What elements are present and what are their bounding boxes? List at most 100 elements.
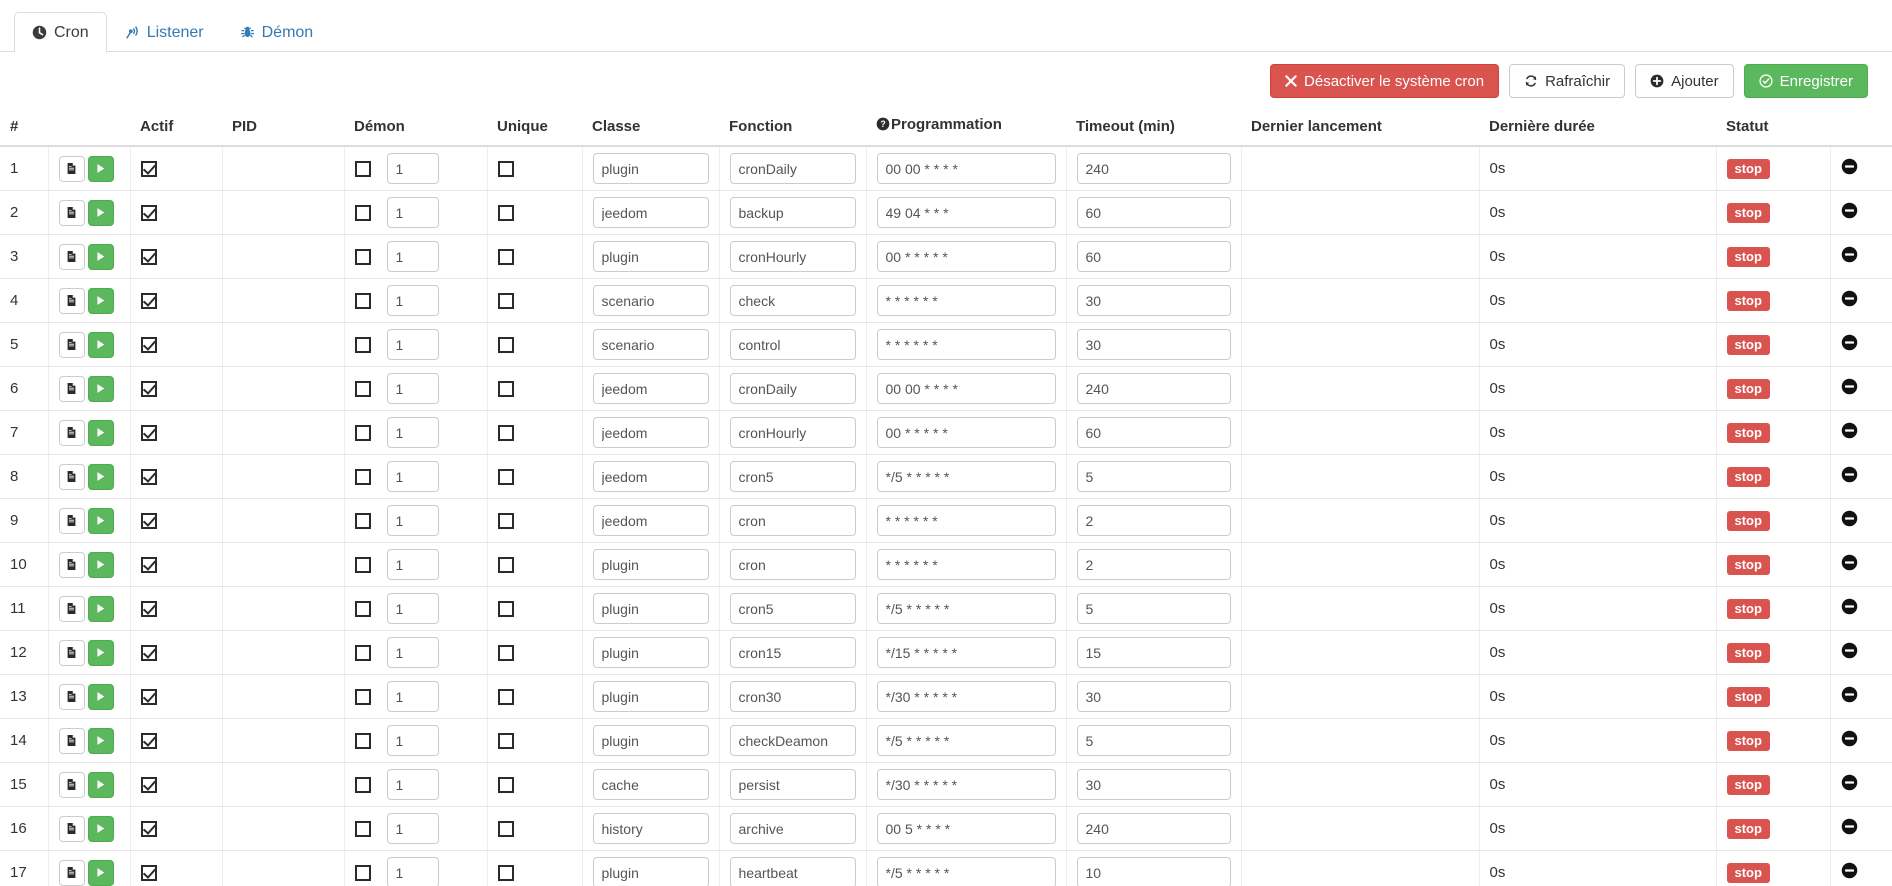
run-button[interactable] xyxy=(87,639,114,666)
unique-checkbox[interactable] xyxy=(497,425,514,442)
minus-circle-icon[interactable] xyxy=(1841,378,1858,395)
actif-checkbox[interactable] xyxy=(140,425,157,442)
programmation-input[interactable] xyxy=(876,681,1056,712)
demon-checkbox[interactable] xyxy=(354,248,371,265)
view-log-button[interactable] xyxy=(58,859,85,886)
view-log-button[interactable] xyxy=(58,815,85,842)
actif-checkbox[interactable] xyxy=(140,161,157,178)
run-button[interactable] xyxy=(87,683,114,710)
demon-sleep-input[interactable] xyxy=(386,505,439,536)
programmation-input[interactable] xyxy=(876,285,1056,316)
minus-circle-icon[interactable] xyxy=(1841,598,1858,615)
classe-input[interactable] xyxy=(592,857,709,886)
run-button[interactable] xyxy=(87,551,114,578)
minus-circle-icon[interactable] xyxy=(1841,334,1858,351)
minus-circle-icon[interactable] xyxy=(1841,554,1858,571)
demon-checkbox[interactable] xyxy=(354,380,371,397)
actif-checkbox[interactable] xyxy=(140,733,157,750)
demon-sleep-input[interactable] xyxy=(386,461,439,492)
view-log-button[interactable] xyxy=(58,639,85,666)
programmation-input[interactable] xyxy=(876,153,1056,184)
view-log-button[interactable] xyxy=(58,507,85,534)
timeout-input[interactable] xyxy=(1076,241,1231,272)
run-button[interactable] xyxy=(87,155,114,182)
timeout-input[interactable] xyxy=(1076,813,1231,844)
demon-sleep-input[interactable] xyxy=(386,681,439,712)
timeout-input[interactable] xyxy=(1076,197,1231,228)
demon-sleep-input[interactable] xyxy=(386,549,439,580)
programmation-input[interactable] xyxy=(876,241,1056,272)
fonction-input[interactable] xyxy=(729,637,856,668)
classe-input[interactable] xyxy=(592,153,709,184)
run-button[interactable] xyxy=(87,595,114,622)
actif-checkbox[interactable] xyxy=(140,381,157,398)
view-log-button[interactable] xyxy=(58,243,85,270)
demon-checkbox[interactable] xyxy=(354,820,371,837)
demon-sleep-input[interactable] xyxy=(386,285,439,316)
fonction-input[interactable] xyxy=(729,461,856,492)
demon-checkbox[interactable] xyxy=(354,512,371,529)
demon-sleep-input[interactable] xyxy=(386,153,439,184)
view-log-button[interactable] xyxy=(58,155,85,182)
classe-input[interactable] xyxy=(592,461,709,492)
programmation-input[interactable] xyxy=(876,637,1056,668)
unique-checkbox[interactable] xyxy=(497,645,514,662)
timeout-input[interactable] xyxy=(1076,285,1231,316)
minus-circle-icon[interactable] xyxy=(1841,202,1858,219)
view-log-button[interactable] xyxy=(58,551,85,578)
programmation-input[interactable] xyxy=(876,461,1056,492)
demon-sleep-input[interactable] xyxy=(386,329,439,360)
unique-checkbox[interactable] xyxy=(497,249,514,266)
tab-cron[interactable]: Cron xyxy=(14,12,107,52)
demon-sleep-input[interactable] xyxy=(386,857,439,886)
run-button[interactable] xyxy=(87,331,114,358)
programmation-input[interactable] xyxy=(876,549,1056,580)
demon-sleep-input[interactable] xyxy=(386,197,439,228)
disable-cron-button[interactable]: Désactiver le système cron xyxy=(1270,64,1500,98)
view-log-button[interactable] xyxy=(58,683,85,710)
run-button[interactable] xyxy=(87,375,114,402)
minus-circle-icon[interactable] xyxy=(1841,246,1858,263)
unique-checkbox[interactable] xyxy=(497,205,514,222)
view-log-button[interactable] xyxy=(58,463,85,490)
actif-checkbox[interactable] xyxy=(140,513,157,530)
unique-checkbox[interactable] xyxy=(497,777,514,794)
demon-sleep-input[interactable] xyxy=(386,769,439,800)
run-button[interactable] xyxy=(87,771,114,798)
demon-sleep-input[interactable] xyxy=(386,593,439,624)
view-log-button[interactable] xyxy=(58,595,85,622)
demon-checkbox[interactable] xyxy=(354,556,371,573)
run-button[interactable] xyxy=(87,859,114,886)
fonction-input[interactable] xyxy=(729,241,856,272)
demon-checkbox[interactable] xyxy=(354,160,371,177)
fonction-input[interactable] xyxy=(729,505,856,536)
timeout-input[interactable] xyxy=(1076,593,1231,624)
demon-checkbox[interactable] xyxy=(354,600,371,617)
view-log-button[interactable] xyxy=(58,287,85,314)
view-log-button[interactable] xyxy=(58,771,85,798)
programmation-input[interactable] xyxy=(876,505,1056,536)
unique-checkbox[interactable] xyxy=(497,865,514,882)
actif-checkbox[interactable] xyxy=(140,337,157,354)
timeout-input[interactable] xyxy=(1076,725,1231,756)
minus-circle-icon[interactable] xyxy=(1841,774,1858,791)
fonction-input[interactable] xyxy=(729,549,856,580)
view-log-button[interactable] xyxy=(58,199,85,226)
unique-checkbox[interactable] xyxy=(497,601,514,618)
actif-checkbox[interactable] xyxy=(140,689,157,706)
classe-input[interactable] xyxy=(592,241,709,272)
unique-checkbox[interactable] xyxy=(497,689,514,706)
demon-checkbox[interactable] xyxy=(354,864,371,881)
view-log-button[interactable] xyxy=(58,331,85,358)
view-log-button[interactable] xyxy=(58,375,85,402)
demon-sleep-input[interactable] xyxy=(386,637,439,668)
actif-checkbox[interactable] xyxy=(140,865,157,882)
actif-checkbox[interactable] xyxy=(140,645,157,662)
classe-input[interactable] xyxy=(592,505,709,536)
tab-listener[interactable]: Listener xyxy=(107,12,222,52)
fonction-input[interactable] xyxy=(729,153,856,184)
save-button[interactable]: Enregistrer xyxy=(1743,64,1868,98)
fonction-input[interactable] xyxy=(729,593,856,624)
run-button[interactable] xyxy=(87,507,114,534)
actif-checkbox[interactable] xyxy=(140,821,157,838)
